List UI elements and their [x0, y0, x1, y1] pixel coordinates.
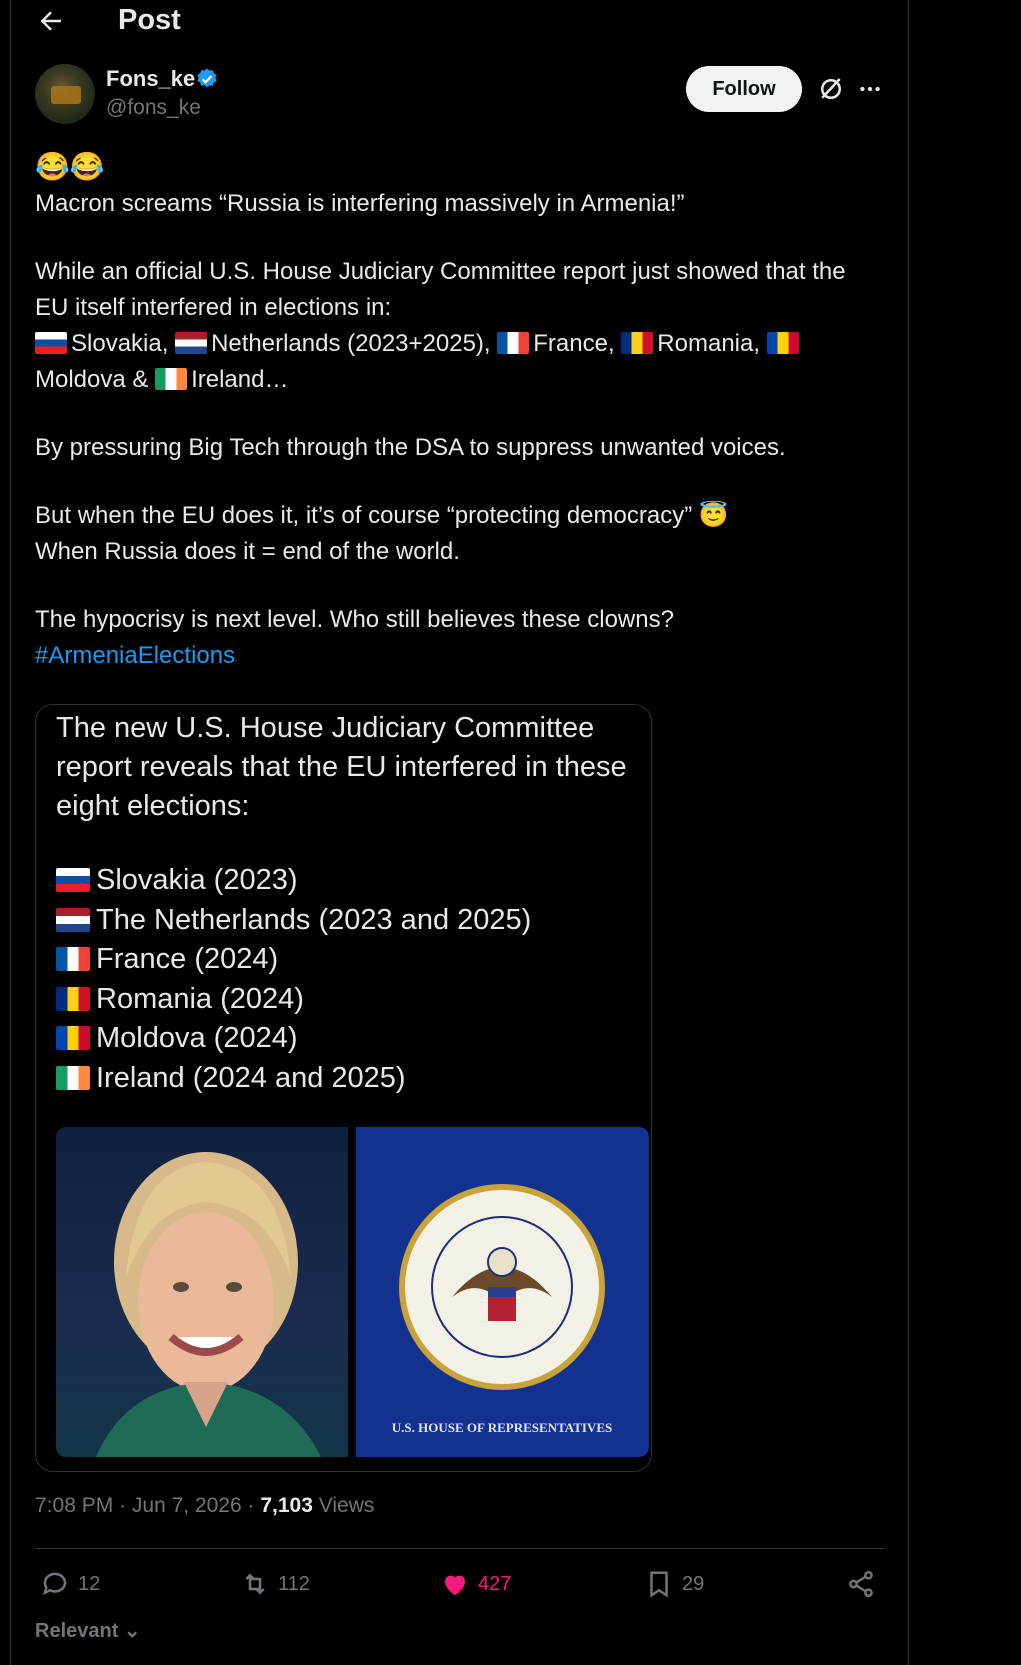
flag-icon — [497, 332, 530, 354]
media-list-item: France (2024) — [56, 940, 531, 980]
post-date[interactable]: Jun 7, 2026 — [132, 1494, 242, 1517]
post-paragraph-2: While an official U.S. House Judiciary C… — [35, 258, 853, 321]
post-line-1: Macron screams “Russia is interfering ma… — [35, 190, 685, 217]
reply-count: 12 — [78, 1572, 101, 1595]
portrait-photo — [56, 1127, 348, 1457]
repost-count: 112 — [278, 1572, 310, 1595]
bookmark-count: 29 — [682, 1572, 705, 1595]
bookmark-button[interactable]: 29 — [644, 1568, 704, 1600]
flag-icon — [56, 868, 90, 892]
page-title: Post — [118, 4, 181, 36]
follow-button[interactable]: Follow — [686, 66, 802, 112]
column-border-right — [908, 0, 909, 1665]
flag-country-label: Moldova & — [35, 366, 156, 393]
share-icon — [849, 1570, 873, 1598]
flag-icon — [56, 907, 90, 932]
post-paragraph-5: The hypocrisy is next level. Who still b… — [35, 606, 674, 633]
back-arrow-icon[interactable] — [36, 6, 66, 36]
house-seal-image: U.S. HOUSE OF REPRESENTATIVES — [356, 1127, 649, 1457]
like-count: 427 — [478, 1572, 512, 1595]
flag-country-label: France, — [533, 330, 622, 357]
media-list-text: Moldova (2024) — [96, 1022, 298, 1054]
avatar[interactable] — [35, 64, 95, 124]
author-handle[interactable]: @fons_ke — [106, 96, 201, 120]
flag-country-label: Romania, — [657, 330, 767, 357]
chevron-down-icon: ⌄ — [118, 1620, 141, 1642]
share-button[interactable] — [846, 1568, 884, 1600]
verified-badge-icon — [197, 68, 217, 88]
media-list-item: The Netherlands (2023 and 2025) — [56, 901, 531, 941]
hashtag-link[interactable]: #ArmeniaElections — [35, 638, 885, 674]
column-border-left — [10, 0, 11, 1665]
author-display-name[interactable]: Fons_ke — [106, 66, 195, 92]
media-list-text: The Netherlands (2023 and 2025) — [96, 903, 532, 936]
post-header: Post — [0, 0, 908, 48]
media-list-item: Moldova (2024) — [56, 1019, 531, 1059]
post-time[interactable]: 7:08 PM — [35, 1494, 113, 1517]
media-title: The new U.S. House Judiciary Committee r… — [56, 712, 627, 822]
flag-country-label: Netherlands (2023+2025), — [211, 330, 498, 357]
flag-icon — [56, 1026, 90, 1050]
media-list-text: Ireland (2024 and 2025) — [96, 1061, 406, 1094]
flag-country-list: Slovakia, Netherlands (2023+2025), Franc… — [35, 326, 885, 398]
media-election-list: Slovakia (2023) The Netherlands (2023 and… — [56, 861, 531, 1098]
views-count: 7,103 — [260, 1494, 313, 1517]
flag-country-label: Ireland… — [191, 366, 296, 393]
post-paragraph-3: By pressuring Big Tech through the DSA t… — [35, 434, 786, 461]
repost-button[interactable]: 112 — [240, 1568, 310, 1600]
like-button[interactable]: 427 — [440, 1568, 511, 1600]
flag-icon — [56, 947, 90, 971]
media-image[interactable]: The new U.S. House Judiciary Committee r… — [35, 704, 652, 1472]
grok-icon[interactable] — [816, 74, 846, 104]
flag-icon — [56, 1065, 90, 1090]
heart-icon — [444, 1575, 466, 1596]
media-list-item: Slovakia (2023) — [56, 861, 531, 901]
flag-icon — [175, 332, 208, 354]
post-paragraph-4b: When Russia does it = end of the world. — [35, 538, 460, 565]
flag-icon — [766, 332, 799, 354]
bookmark-icon — [650, 1571, 668, 1598]
media-list-text: France (2024) — [96, 943, 279, 975]
more-options-icon[interactable] — [857, 76, 883, 102]
flag-icon — [56, 986, 90, 1011]
views-label: Views — [312, 1494, 375, 1517]
divider — [35, 1548, 885, 1549]
flag-country-label: Slovakia, — [71, 330, 176, 357]
media-list-item: Romania (2024) — [56, 980, 531, 1020]
flag-icon — [155, 368, 188, 390]
post-meta: 7:08 PM · Jun 7, 2026 · 7,103 Views — [35, 1494, 375, 1517]
emoji-laughing: 😂😂 — [35, 151, 105, 182]
media-list-text: Slovakia (2023) — [96, 864, 298, 896]
flag-icon — [621, 332, 654, 354]
repost-icon — [245, 1573, 265, 1595]
media-list-item: Ireland (2024 and 2025) — [56, 1059, 531, 1099]
flag-icon — [35, 332, 67, 354]
reply-button[interactable]: 12 — [40, 1568, 100, 1600]
seal-text: U.S. HOUSE OF REPRESENTATIVES — [392, 1420, 612, 1435]
post-body: 😂😂 Macron screams “Russia is interfering … — [35, 148, 885, 674]
sort-label: Relevant — [35, 1620, 119, 1642]
media-list-text: Romania (2024) — [96, 982, 304, 1015]
sort-dropdown[interactable]: Relevant ⌄ — [35, 1618, 141, 1643]
post-paragraph-4a: But when the EU does it, it’s of course … — [35, 502, 729, 529]
reply-icon — [43, 1572, 67, 1596]
